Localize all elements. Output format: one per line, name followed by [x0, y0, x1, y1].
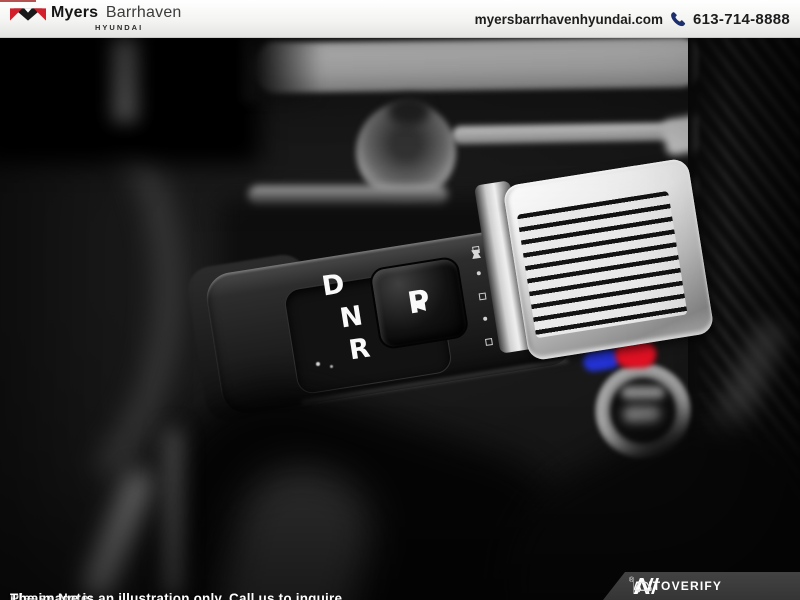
- website-link[interactable]: myersbarrhavenhyundai.com: [475, 12, 663, 27]
- phone-icon[interactable]: [670, 11, 686, 27]
- indicator-square-icon: [478, 292, 486, 300]
- blur-shape: [112, 38, 138, 122]
- indicator-dot-icon: [483, 317, 488, 322]
- indicator-dot-icon: [477, 271, 482, 276]
- gear-letter-r: R: [347, 335, 372, 365]
- header-contact: myersbarrhavenhyundai.com 613-714-8888: [475, 0, 790, 38]
- cap-ribs: [517, 191, 688, 338]
- dealer-location: Barrhaven: [106, 4, 182, 21]
- blur-shape: [330, 365, 333, 368]
- note-text: The image is an illustration only. Call …: [10, 591, 346, 600]
- blur-shape: [621, 386, 665, 399]
- myers-logo-icon: [10, 8, 46, 22]
- blur-shape: [623, 406, 661, 423]
- dealer-brand: HYUNDAI: [95, 24, 182, 32]
- top-accent-line: [0, 0, 36, 2]
- phone-number[interactable]: 613-714-8888: [693, 11, 790, 28]
- vehicle-photo: D N R P ◀ ▲ ▼ Please Note:: [0, 38, 800, 600]
- dealer-name: Myers: [51, 4, 98, 21]
- car-icon: [633, 579, 653, 594]
- site-header: Myers Barrhaven HYUNDAI myersbarrhavenhy…: [0, 0, 800, 38]
- indicator-square-icon: [485, 338, 493, 346]
- blur-shape: [316, 362, 320, 366]
- blur-shape: [242, 38, 322, 102]
- park-arrow-icon: ◀: [412, 297, 426, 314]
- chrome-end-cap: [502, 157, 714, 361]
- gear-letter-n: N: [338, 302, 365, 332]
- blur-shape: [164, 428, 182, 598]
- park-button: P ◀: [368, 255, 470, 350]
- dealer-logo[interactable]: Myers Barrhaven HYUNDAI: [10, 5, 182, 32]
- dealer-vehicle-image-page: Myers Barrhaven HYUNDAI myersbarrhavenhy…: [0, 0, 800, 600]
- indicator-down-icon: ▼: [468, 245, 485, 262]
- gear-letter-d: D: [320, 270, 346, 300]
- dealer-logo-text: Myers Barrhaven HYUNDAI: [51, 5, 182, 32]
- blur-shape: [388, 96, 430, 126]
